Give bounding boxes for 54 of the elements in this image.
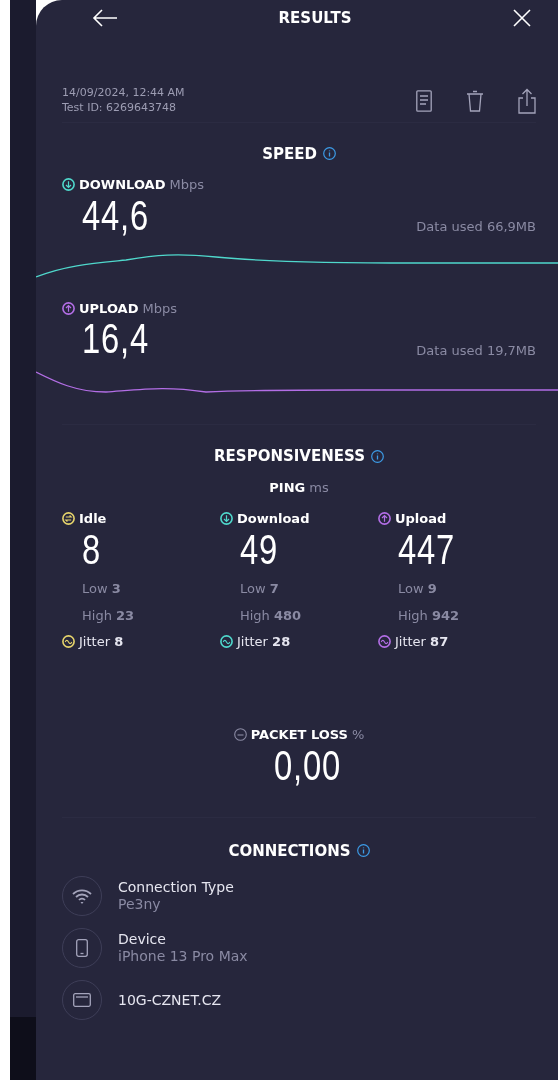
- unit-label: %: [351, 726, 365, 745]
- section-title: CONNECTIONS: [228, 840, 351, 862]
- close-icon[interactable]: [512, 8, 532, 28]
- ping-value: 8: [82, 528, 101, 571]
- jitter-value: Jitter 8: [79, 632, 124, 651]
- wave-icon: [220, 634, 233, 648]
- packet-loss-label: PACKET LOSS: [250, 726, 348, 745]
- unit-label: ms: [309, 478, 329, 497]
- unit-label: Mbps: [142, 299, 177, 318]
- high-value: High 23: [81, 607, 136, 626]
- high-value: High 480: [239, 607, 303, 626]
- data-used: Data used 66,9MB: [416, 218, 536, 237]
- phone-icon: [76, 939, 88, 958]
- connection-label: Connection Type: [118, 879, 234, 897]
- back-icon[interactable]: [92, 8, 118, 28]
- share-icon[interactable]: [518, 87, 536, 114]
- document-icon[interactable]: [416, 89, 432, 112]
- section-title: SPEED: [262, 143, 317, 165]
- info-icon: [322, 147, 336, 161]
- wifi-icon: [72, 888, 92, 905]
- gauge-icon: [233, 728, 247, 742]
- trash-icon[interactable]: [466, 89, 484, 112]
- connection-value: iPhone 13 Pro Max: [118, 948, 248, 965]
- jitter-value: Jitter 28: [237, 632, 291, 651]
- ping-label: PING: [269, 478, 306, 497]
- connection-label: 10G-CZNET.CZ: [118, 991, 222, 1009]
- packet-loss-value: 0,00: [274, 744, 341, 787]
- data-used: Data used 19,7MB: [416, 341, 536, 360]
- metric-label: DOWNLOAD: [79, 176, 166, 195]
- connection-value: Pe3ny: [118, 896, 162, 913]
- monitor-icon: [73, 993, 91, 1008]
- connection-label: Device: [118, 931, 167, 949]
- ping-label: Upload: [394, 510, 447, 529]
- low-value: Low 7: [239, 579, 280, 598]
- test-id: Test ID: 6269643748: [62, 100, 178, 116]
- wave-icon: [62, 634, 75, 648]
- ping-label: Idle: [79, 510, 107, 529]
- high-value: High 942: [396, 607, 461, 626]
- ping-value: 49: [240, 528, 278, 571]
- ping-label: Download: [237, 510, 310, 529]
- wave-icon: [377, 634, 391, 648]
- info-icon: [356, 844, 370, 858]
- page-title: RESULTS: [278, 7, 352, 29]
- section-title: RESPONSIVENESS: [214, 446, 365, 468]
- info-icon: [370, 449, 384, 463]
- low-value: Low 9: [396, 579, 438, 598]
- low-value: Low 3: [81, 579, 122, 598]
- metric-label: UPLOAD: [79, 299, 139, 318]
- ping-value: 447: [397, 528, 455, 571]
- unit-label: Mbps: [169, 176, 204, 195]
- speed-value: 44,6: [82, 194, 149, 237]
- test-date: 14/09/2024, 12:44 AM: [62, 86, 185, 101]
- jitter-value: Jitter 87: [394, 632, 449, 651]
- speed-value: 16,4: [82, 318, 149, 361]
